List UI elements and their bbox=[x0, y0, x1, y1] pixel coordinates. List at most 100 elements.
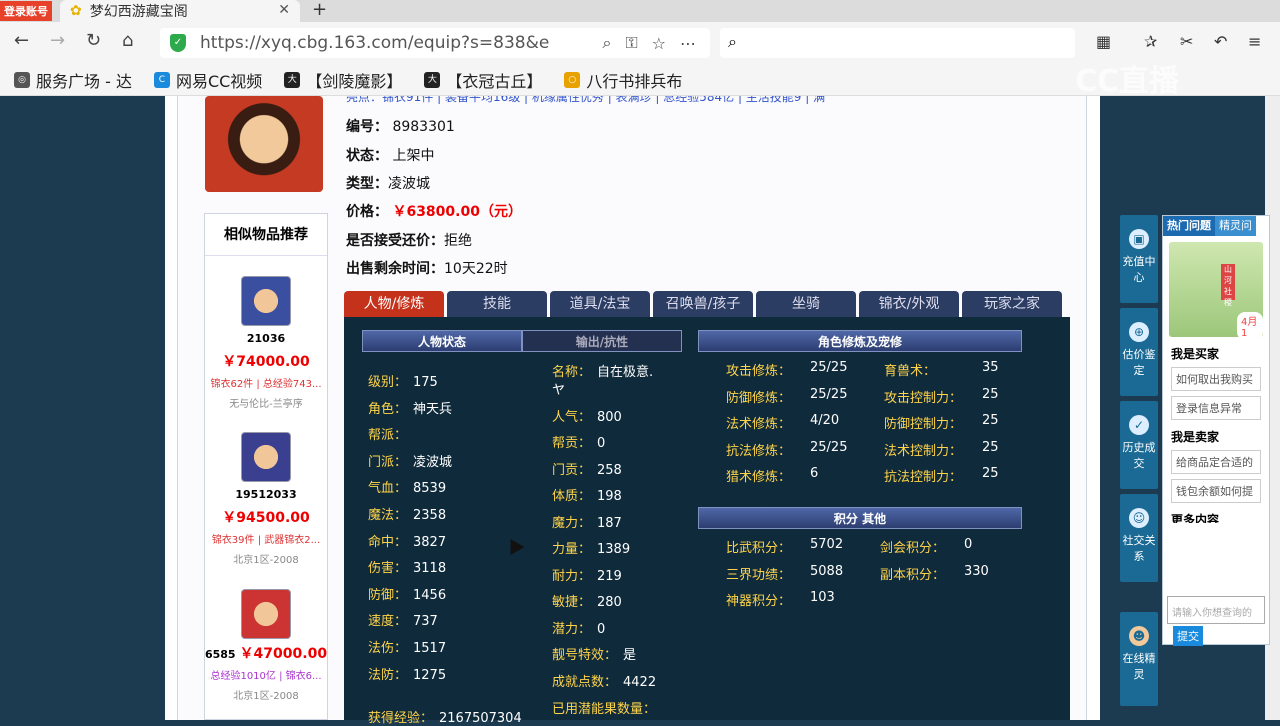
tab-outfits[interactable]: 锦衣/外观 bbox=[859, 291, 959, 317]
recommend-server: 北京1区-2008 bbox=[233, 691, 299, 702]
help-tab-hot[interactable]: 热门问题 bbox=[1163, 216, 1215, 236]
new-tab-button[interactable]: + bbox=[312, 0, 327, 20]
watermark: CC直播 bbox=[1075, 64, 1180, 99]
stat-label: 名称： bbox=[552, 365, 592, 380]
stat-row: 法防： 1275 bbox=[368, 664, 446, 683]
stat-label: 法防： bbox=[368, 667, 408, 683]
stat-value: 25 bbox=[982, 386, 999, 402]
stat-value: 6 bbox=[810, 466, 819, 481]
type-label: 类型： bbox=[346, 176, 388, 192]
recommend-avatar[interactable] bbox=[241, 276, 291, 326]
tab-pets[interactable]: 召唤兽/孩子 bbox=[653, 291, 753, 317]
stat-value: 25 bbox=[982, 466, 999, 481]
status-row: 状态： 上架中 bbox=[346, 145, 434, 165]
recommend-avatar[interactable] bbox=[241, 432, 291, 482]
help-tab-other[interactable]: 精灵问 bbox=[1215, 216, 1256, 236]
stat-label: 伤害： bbox=[368, 561, 408, 577]
bookmark-item[interactable]: 大【剑陵魔影】 bbox=[284, 68, 402, 92]
buyer-question[interactable]: 如何取出我购买 bbox=[1171, 367, 1261, 391]
bookmark-item[interactable]: C 网易CC视频 bbox=[153, 68, 262, 92]
help-submit-button[interactable]: 提交 bbox=[1173, 626, 1203, 646]
status-value: 上架中 bbox=[392, 148, 435, 164]
recommend-price: ￥94500.00 bbox=[222, 510, 310, 526]
reload-icon[interactable]: ↻ bbox=[86, 30, 101, 51]
social-button[interactable]: ☺ 社交关系 bbox=[1120, 494, 1158, 582]
bookmark-item[interactable]: ○ 八行书排兵布 bbox=[564, 68, 682, 92]
stat-row: 敏捷： 280 bbox=[552, 591, 622, 610]
stat-value: 800 bbox=[597, 410, 622, 425]
stat-label: 门贡： bbox=[552, 463, 592, 478]
stat-row: 法术修炼： 4/20 bbox=[726, 413, 839, 432]
banner-date: 4月1 bbox=[1237, 312, 1263, 340]
tab-skills[interactable]: 技能 bbox=[447, 291, 547, 317]
character-panel: 人物状态 输出/抗性 角色修炼及宠修 积分 其他 级别： 175 角色： 神天兵 帮派：… bbox=[344, 317, 1070, 726]
stat-label: 级别： bbox=[368, 375, 408, 390]
recommend-item[interactable]: 19512033 ￥94500.00 锦衣39件 | 武器锦衣2... 北京1区… bbox=[205, 432, 327, 566]
assistant-button[interactable]: ☻ 在线精灵 bbox=[1120, 612, 1158, 706]
bookmark-item[interactable]: 大【衣冠古丘】 bbox=[424, 68, 542, 92]
recommend-id: 19512033 bbox=[235, 488, 297, 501]
stat-label: 魔法： bbox=[368, 508, 408, 523]
recommend-item[interactable]: 6585 ￥47000.00 总经验1010亿 | 锦衣6... 北京1区-20… bbox=[205, 589, 327, 702]
recommend-avatar[interactable] bbox=[241, 589, 291, 639]
assistant-avatar-icon: ☻ bbox=[1129, 626, 1149, 646]
banner-tag: 山河社稷 bbox=[1221, 264, 1235, 307]
stat-row: 猎术修炼： 6 bbox=[726, 466, 818, 485]
appraise-button[interactable]: ⊕ 估价鉴定 bbox=[1120, 308, 1158, 396]
stat-row: 靓号特效： 是 bbox=[552, 644, 636, 663]
seller-question[interactable]: 钱包余额如何提 bbox=[1171, 479, 1261, 503]
search-input[interactable]: ⌕ bbox=[720, 28, 1075, 58]
menu-icon[interactable]: ≡ bbox=[1248, 32, 1261, 51]
history-button[interactable]: ✓ 历史成交 bbox=[1120, 401, 1158, 489]
url-field[interactable]: ✓ https://xyq.cbg.163.com/equip?s=838&e … bbox=[160, 28, 710, 58]
stat-label: 法术修炼： bbox=[726, 417, 792, 432]
recommend-item[interactable]: 21036 ￥74000.00 锦衣62件 | 总经验743... 无与伦比-兰… bbox=[205, 276, 327, 410]
grid-icon[interactable]: ▦ bbox=[1096, 32, 1111, 51]
recharge-button[interactable]: ▣ 充值中心 bbox=[1120, 215, 1158, 303]
tab-mounts[interactable]: 坐骑 bbox=[756, 291, 856, 317]
stat-value: 自在极意. bbox=[597, 365, 654, 380]
stat-label: 帮贡： bbox=[552, 436, 592, 451]
help-question-input[interactable]: 请输入你想查询的 bbox=[1167, 596, 1265, 624]
forward-icon[interactable]: → bbox=[50, 30, 65, 51]
seller-question[interactable]: 给商品定合适的 bbox=[1171, 450, 1261, 474]
stat-label: 副本积分： bbox=[880, 567, 946, 583]
url-text: https://xyq.cbg.163.com/equip?s=838&e bbox=[200, 33, 550, 53]
stat-label: 气血： bbox=[368, 481, 408, 497]
more-icon[interactable]: ⋯ bbox=[680, 34, 696, 53]
browser-tab[interactable]: ✿ 梦幻西游藏宝阁 ✕ bbox=[60, 0, 300, 22]
zoom-icon[interactable]: ⌕ bbox=[603, 33, 612, 53]
star-icon[interactable]: ☆ bbox=[652, 34, 666, 53]
header-output[interactable]: 输出/抗性 bbox=[522, 330, 682, 352]
bookmark-item[interactable]: ◎ 服务广场 - 达 bbox=[14, 68, 132, 92]
serial-row: 编号： 8983301 bbox=[346, 116, 455, 136]
buyer-question[interactable]: 登录信息异常 bbox=[1171, 396, 1261, 420]
stat-row: 角色： 神天兵 bbox=[368, 398, 452, 417]
favorites-icon[interactable]: ✰ bbox=[1144, 32, 1157, 51]
scissors-icon[interactable]: ✂ bbox=[1180, 32, 1193, 51]
undo-icon[interactable]: ↶ bbox=[1214, 32, 1227, 51]
header-status[interactable]: 人物状态 bbox=[362, 330, 522, 352]
back-icon[interactable]: ← bbox=[14, 30, 29, 51]
login-badge[interactable]: 登录账号 bbox=[0, 1, 52, 21]
stat-row: 气血： 8539 bbox=[368, 477, 446, 496]
key-icon[interactable]: ⚿ bbox=[625, 33, 637, 53]
cc-icon: C bbox=[153, 71, 170, 88]
circle-icon: ○ bbox=[564, 71, 581, 88]
stat-label: 防御： bbox=[368, 587, 408, 603]
help-banner[interactable]: 山河社稷 4月1 bbox=[1169, 242, 1263, 340]
stat-row: 魔力： 187 bbox=[552, 512, 622, 531]
tab-character[interactable]: 人物/修炼 bbox=[344, 291, 444, 317]
stat-label: 力量： bbox=[552, 542, 592, 557]
tab-items[interactable]: 道具/法宝 bbox=[550, 291, 650, 317]
recommend-desc: 锦衣39件 | 武器锦衣2... bbox=[211, 535, 321, 546]
similar-items-panel: 相似物品推荐 21036 ￥74000.00 锦衣62件 | 总经验743...… bbox=[204, 213, 328, 720]
price-row: 价格： ￥63800.00（元） bbox=[346, 201, 522, 221]
stat-row: 抗法控制力： 25 bbox=[884, 466, 999, 485]
tab-close-icon[interactable]: ✕ bbox=[278, 2, 290, 18]
stat-value: 1389 bbox=[597, 542, 631, 557]
recommend-id: 21036 bbox=[246, 332, 286, 345]
tab-home[interactable]: 玩家之家 bbox=[962, 291, 1062, 317]
counter-offer-label: 是否接受还价： bbox=[346, 233, 444, 249]
home-icon[interactable]: ⌂ bbox=[122, 30, 133, 51]
